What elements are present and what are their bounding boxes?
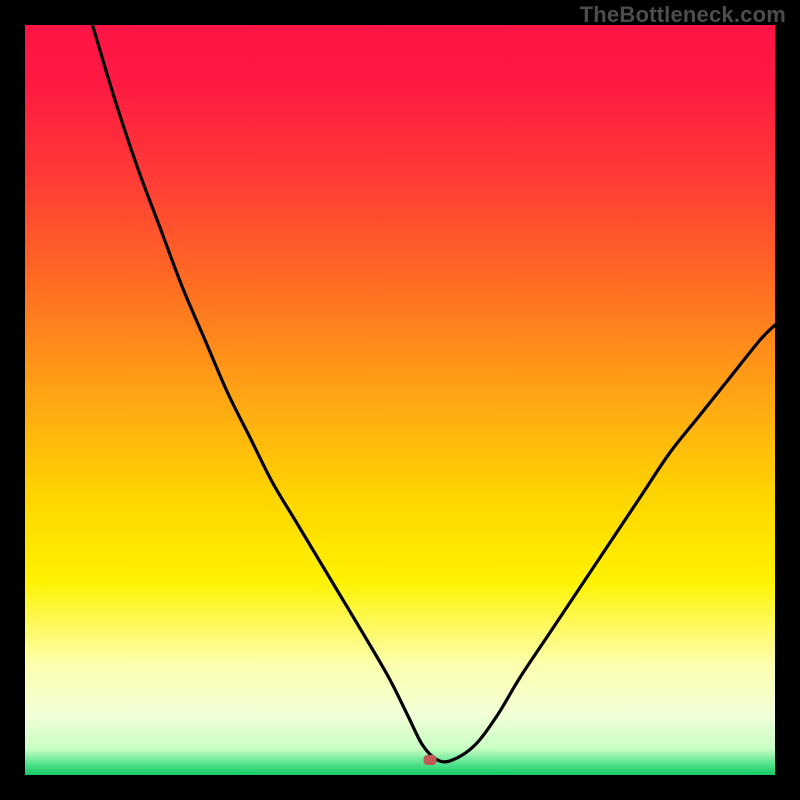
- plot-svg: [25, 25, 775, 775]
- gradient-background: [25, 25, 775, 775]
- watermark-text: TheBottleneck.com: [580, 2, 786, 28]
- chart-frame: TheBottleneck.com: [0, 0, 800, 800]
- plot-area: [25, 25, 775, 775]
